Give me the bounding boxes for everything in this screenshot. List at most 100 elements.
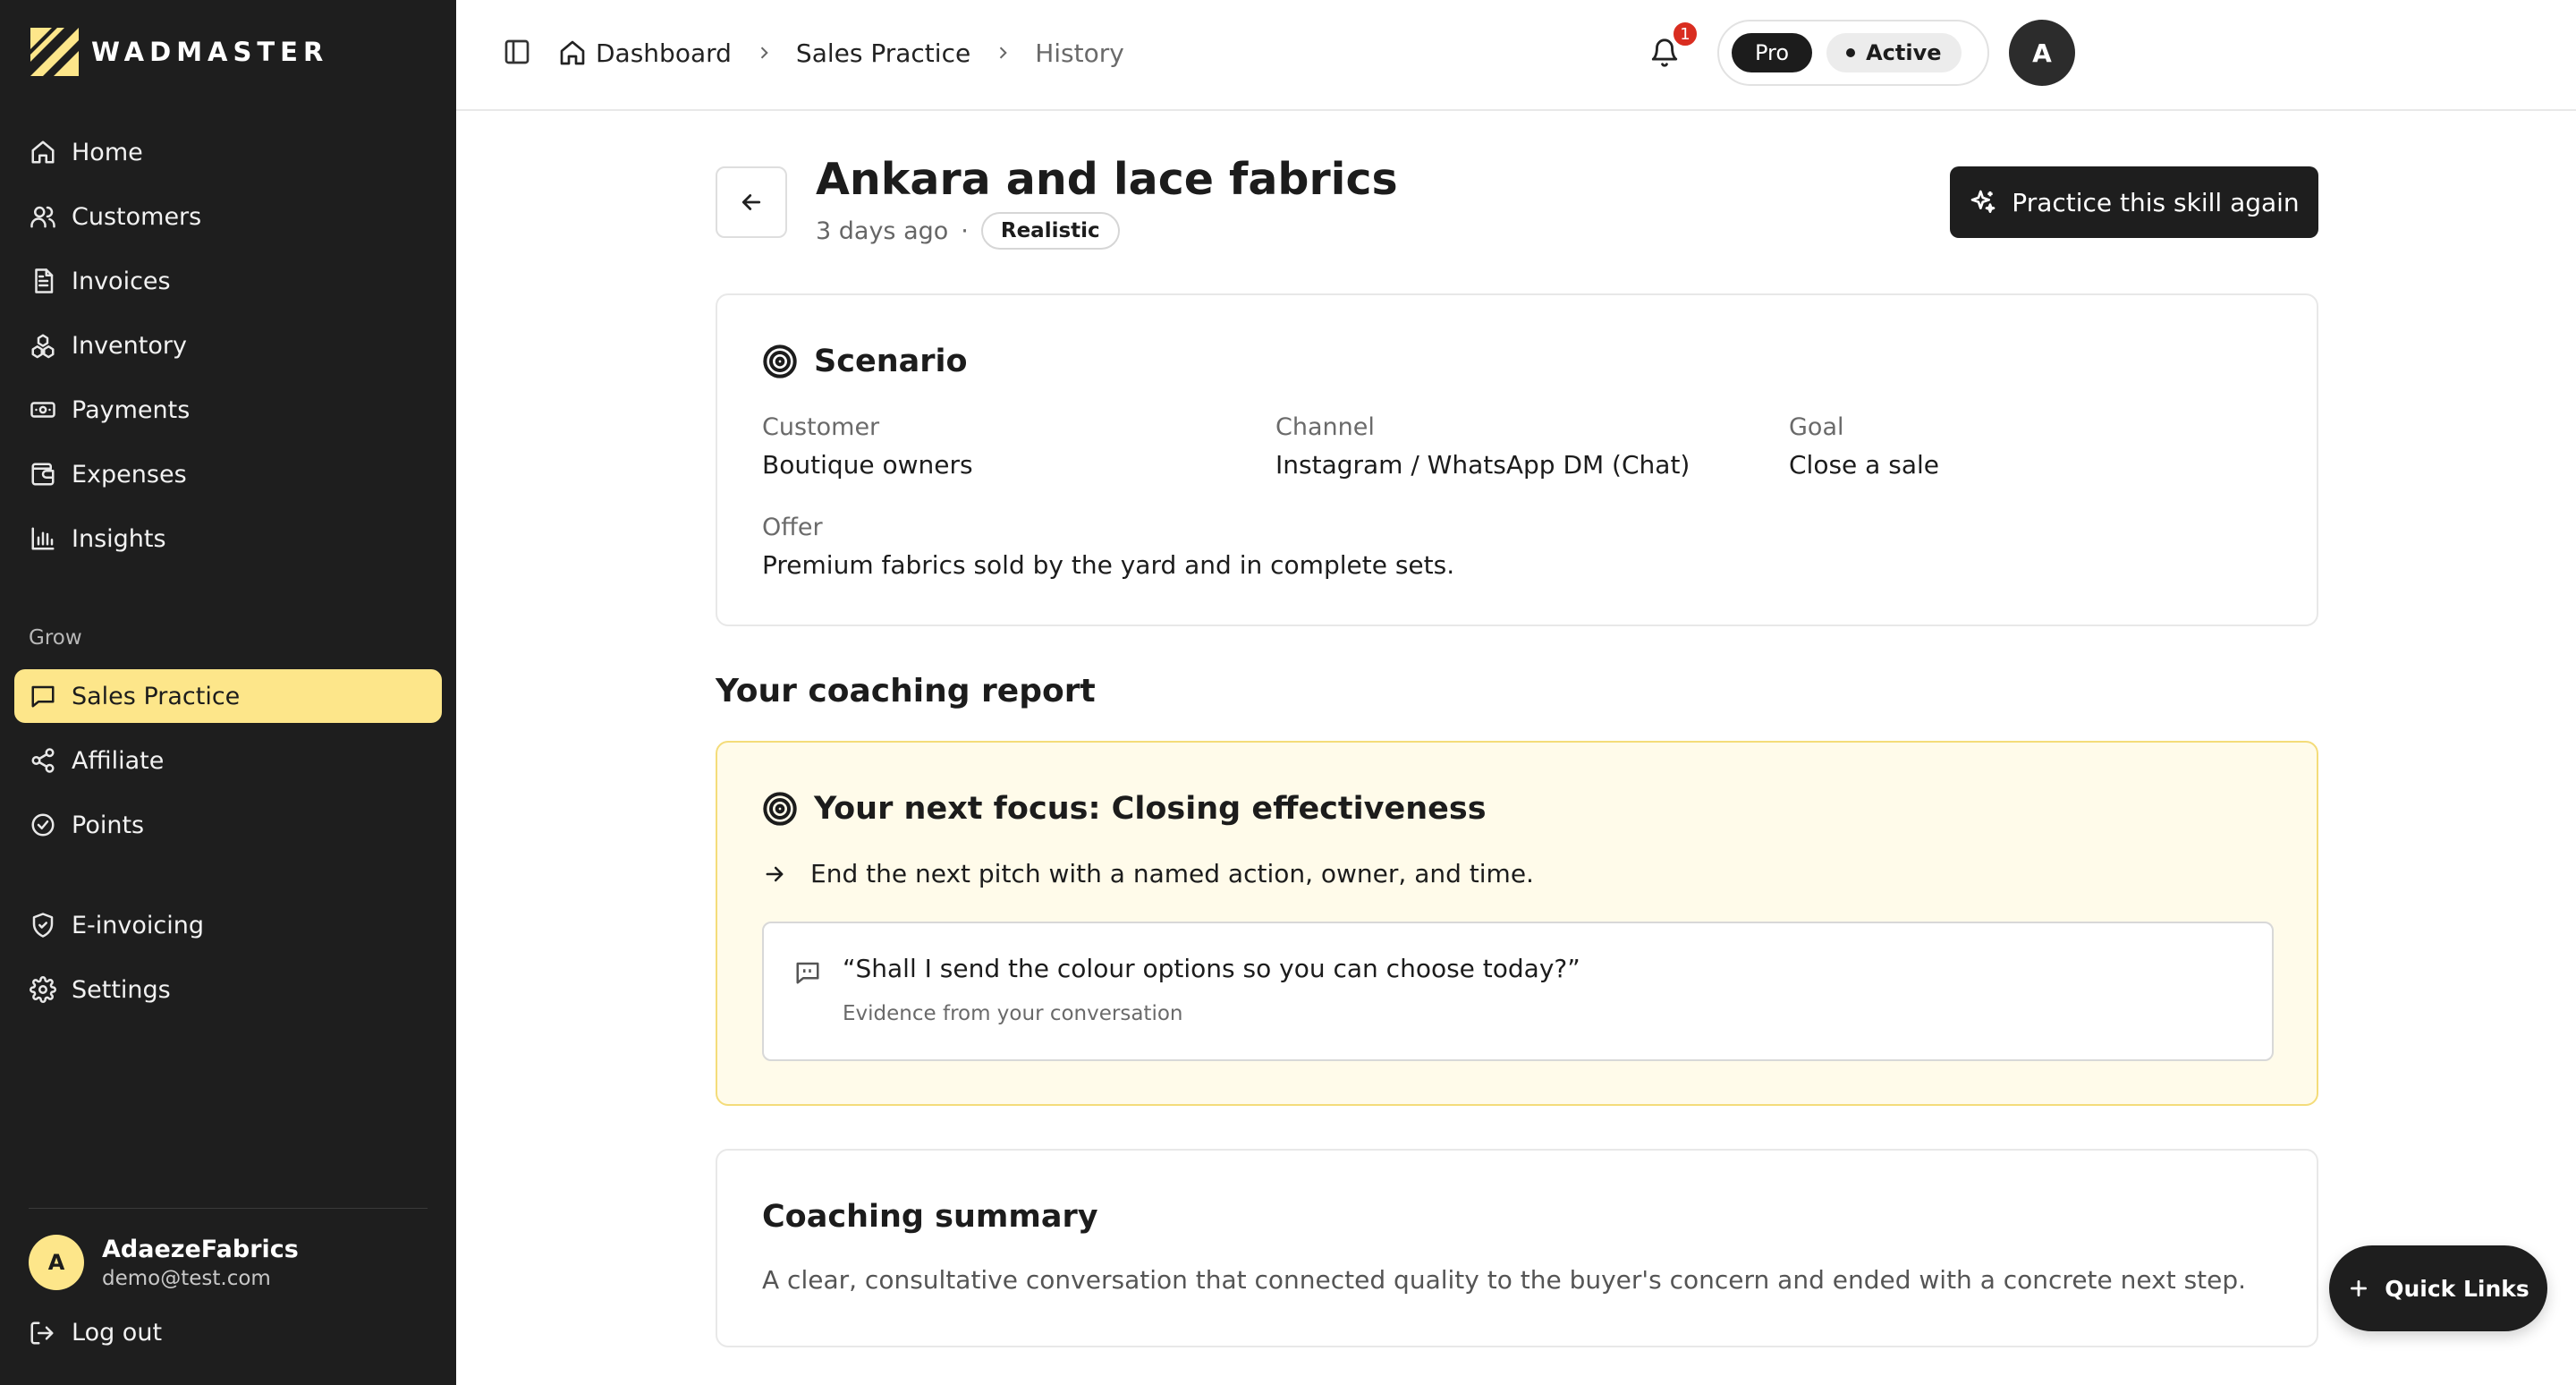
status-label: Active: [1866, 40, 1942, 65]
coaching-summary-title: Coaching summary: [762, 1199, 1098, 1235]
logout-icon: [29, 1320, 55, 1347]
sidebar-item-points[interactable]: Points: [14, 798, 442, 852]
breadcrumb: Dashboard Sales Practice History: [558, 34, 1124, 72]
document-icon: [29, 267, 57, 295]
target-icon: [763, 344, 797, 378]
scenario-customer: Customer Boutique owners: [762, 413, 973, 480]
customer-label: Customer: [762, 413, 880, 441]
breadcrumb-history: History: [1035, 38, 1124, 68]
sidebar-item-label: Inventory: [72, 331, 187, 360]
breadcrumb-sales-practice[interactable]: Sales Practice: [796, 38, 970, 68]
gear-icon: [29, 975, 57, 1004]
offer-label: Offer: [762, 514, 823, 541]
page-title: Ankara and lace fabrics: [816, 154, 1398, 205]
sidebar-item-label: Insights: [72, 524, 166, 553]
next-focus-action-text: End the next pitch with a named action, …: [810, 859, 1534, 888]
sidebar: WADMASTER Home Customers Invoices Invent…: [0, 0, 456, 1385]
users-icon: [29, 202, 57, 231]
badge-check-icon: [29, 811, 57, 839]
sidebar-item-label: Points: [72, 811, 145, 839]
sidebar-item-invoices[interactable]: Invoices: [14, 254, 442, 308]
share-icon: [29, 746, 57, 775]
evidence-caption: Evidence from your conversation: [843, 1002, 1183, 1025]
customer-value: Boutique owners: [762, 450, 973, 480]
meta-separator: ·: [961, 217, 969, 245]
sidebar-item-e-invoicing[interactable]: E-invoicing: [14, 898, 442, 952]
sidebar-item-sales-practice[interactable]: Sales Practice: [14, 669, 442, 723]
panel-left-icon: [504, 39, 530, 64]
quick-links-label: Quick Links: [2385, 1275, 2529, 1302]
plus-icon: [2351, 1280, 2368, 1296]
practice-again-button[interactable]: Practice this skill again: [1950, 166, 2318, 238]
sidebar-toggle-button[interactable]: [503, 38, 535, 70]
goal-value: Close a sale: [1789, 450, 1939, 480]
sparkles-icon: [1970, 190, 1996, 213]
coaching-summary-card: Coaching summary A clear, consultative c…: [716, 1149, 2318, 1347]
avatar[interactable]: A: [2009, 20, 2075, 86]
sidebar-item-label: Affiliate: [72, 746, 165, 775]
next-focus-title-text: Your next focus: Closing effectiveness: [814, 791, 1487, 827]
message-square-icon: [29, 682, 57, 710]
offer-value: Premium fabrics sold by the yard and in …: [762, 550, 1455, 580]
difficulty-badge: Realistic: [980, 212, 1120, 250]
sidebar-item-inventory[interactable]: Inventory: [14, 319, 442, 372]
bar-chart-icon: [29, 524, 57, 553]
user-profile[interactable]: A AdaezeFabrics demo@test.com: [29, 1235, 299, 1290]
time-ago: 3 days ago: [816, 217, 949, 245]
back-button[interactable]: [716, 166, 787, 238]
evidence-box: “Shall I send the colour options so you …: [762, 922, 2274, 1061]
scenario-offer: Offer Premium fabrics sold by the yard a…: [762, 514, 1454, 580]
sidebar-item-insights[interactable]: Insights: [14, 512, 442, 565]
topbar: Dashboard Sales Practice History: [456, 0, 2576, 111]
shield-check-icon: [29, 911, 57, 939]
page-meta: 3 days ago · Realistic: [816, 211, 1120, 251]
target-icon: [763, 792, 797, 826]
logout-label: Log out: [72, 1319, 163, 1347]
grow-nav: Sales Practice Affiliate Points: [14, 669, 442, 852]
home-icon: [29, 138, 57, 166]
wallet-icon: [29, 460, 57, 489]
wadmaster-logo-icon: [30, 28, 79, 76]
sidebar-item-label: E-invoicing: [72, 911, 205, 939]
sidebar-item-home[interactable]: Home: [14, 125, 442, 179]
brand-logo[interactable]: WADMASTER: [30, 27, 328, 77]
next-focus-action: End the next pitch with a named action, …: [762, 859, 1534, 888]
main-nav: Home Customers Invoices Inventory Paymen…: [14, 125, 442, 565]
user-avatar: A: [29, 1235, 84, 1290]
sidebar-item-label: Payments: [72, 395, 191, 424]
arrow-right-icon: [766, 866, 784, 881]
scenario-card: Scenario Customer Boutique owners Channe…: [716, 293, 2318, 626]
sidebar-item-payments[interactable]: Payments: [14, 383, 442, 437]
nav-group-grow-label: Grow: [29, 626, 82, 650]
coaching-summary-text: A clear, consultative conversation that …: [762, 1265, 2247, 1295]
sidebar-item-expenses[interactable]: Expenses: [14, 447, 442, 501]
sidebar-item-label: Customers: [72, 202, 202, 231]
user-info: AdaezeFabrics demo@test.com: [102, 1236, 299, 1290]
sidebar-item-affiliate[interactable]: Affiliate: [14, 734, 442, 787]
subscription-status[interactable]: Pro Active: [1717, 20, 1989, 86]
status-dot: [1846, 48, 1856, 57]
sidebar-item-customers[interactable]: Customers: [14, 190, 442, 243]
channel-value: Instagram / WhatsApp DM (Chat): [1275, 450, 1690, 480]
goal-label: Goal: [1789, 413, 1844, 441]
arrow-left-icon: [741, 194, 761, 210]
sidebar-item-label: Expenses: [72, 460, 187, 489]
quick-links-button[interactable]: Quick Links: [2329, 1245, 2547, 1331]
plan-badge: Pro: [1732, 33, 1813, 72]
user-email: demo@test.com: [102, 1266, 271, 1290]
evidence-quote: “Shall I send the colour options so you …: [843, 954, 1580, 983]
sidebar-item-settings[interactable]: Settings: [14, 963, 442, 1016]
user-name: AdaezeFabrics: [102, 1235, 299, 1263]
next-focus-title: Your next focus: Closing effectiveness: [762, 791, 1487, 827]
breadcrumb-dashboard[interactable]: Dashboard: [596, 38, 732, 68]
sidebar-divider: [29, 1208, 428, 1209]
scenario-goal: Goal Close a sale: [1789, 413, 1939, 480]
sidebar-item-label: Home: [72, 138, 143, 166]
next-focus-card: Your next focus: Closing effectiveness E…: [716, 741, 2318, 1106]
chevron-right-icon: [994, 44, 1012, 62]
home-icon[interactable]: [558, 38, 587, 67]
channel-label: Channel: [1275, 413, 1375, 441]
boxes-icon: [29, 331, 57, 360]
logout-button[interactable]: Log out: [29, 1319, 162, 1347]
scenario-channel: Channel Instagram / WhatsApp DM (Chat): [1275, 413, 1690, 480]
